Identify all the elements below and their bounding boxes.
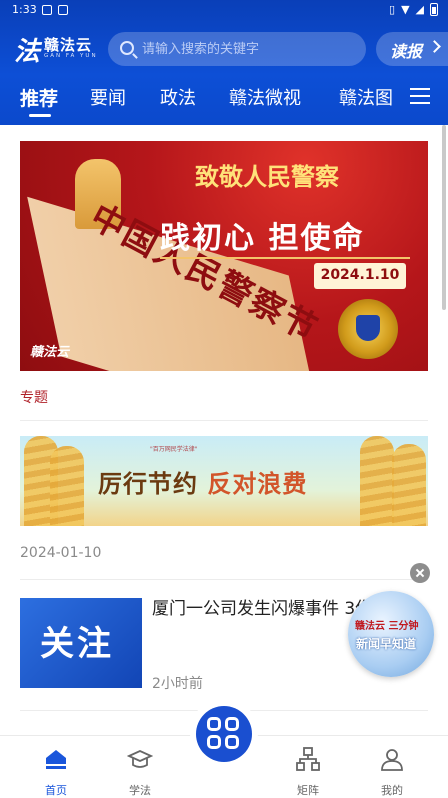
news-thumbnail[interactable]: 关注 bbox=[20, 598, 142, 688]
top-bar: 1:33 ▯ ▼ ◢ 法 赣法云 GAN FA YUN 读报 推荐 要闻 政法 … bbox=[0, 0, 448, 125]
banner-watermark: 赣法云 bbox=[30, 345, 70, 360]
news-time: 2小时前 bbox=[152, 676, 203, 692]
topic-banner[interactable]: "百万网民学法律" 厉行节约 反对浪费 bbox=[20, 436, 428, 526]
category-tabs: 推荐 要闻 政法 赣法微视 赣法图 bbox=[0, 76, 448, 122]
tab-gallery[interactable]: 赣法图 bbox=[339, 84, 393, 110]
tab-headlines[interactable]: 要闻 bbox=[90, 84, 126, 110]
banner-title-2: 践初心 担使命 bbox=[160, 221, 365, 256]
signal-icon: ◢ bbox=[415, 3, 424, 16]
status-icons: ▯ ▼ ◢ bbox=[389, 3, 438, 16]
nav-matrix[interactable]: 矩阵 bbox=[278, 742, 338, 797]
nav-learn-law-label: 学法 bbox=[129, 784, 151, 797]
home-icon bbox=[46, 750, 66, 769]
active-tab-indicator bbox=[29, 114, 51, 117]
section-label-topic[interactable]: 专题 bbox=[20, 387, 48, 407]
graduation-cap-icon bbox=[127, 750, 153, 768]
nav-profile-label: 我的 bbox=[381, 784, 403, 797]
topic-banner-title: 厉行节约 反对浪费 bbox=[98, 464, 307, 499]
tab-recommend[interactable]: 推荐 bbox=[20, 84, 58, 111]
logo-subtext: GAN FA YUN bbox=[44, 53, 98, 59]
wifi-icon: ▼ bbox=[401, 3, 410, 16]
apps-grid-button[interactable] bbox=[196, 706, 252, 762]
wheat-graphic bbox=[392, 444, 426, 526]
floating-ad-line1: 赣法云 三分钟 bbox=[355, 621, 419, 632]
read-newspaper-label: 读报 bbox=[390, 42, 423, 61]
nav-matrix-label: 矩阵 bbox=[297, 784, 319, 797]
notification-icon bbox=[42, 5, 52, 15]
status-bar: 1:33 ▯ ▼ ◢ bbox=[0, 0, 448, 20]
scrollbar[interactable] bbox=[442, 125, 446, 310]
vibrate-icon: ▯ bbox=[389, 3, 396, 16]
user-icon bbox=[381, 749, 403, 771]
news-thumbnail-text: 关注 bbox=[40, 624, 114, 664]
battery-icon bbox=[430, 3, 438, 16]
nav-learn-law[interactable]: 学法 bbox=[110, 742, 170, 797]
banner-title-1: 致敬人民警察 bbox=[195, 162, 339, 191]
bottom-nav: 首页 学法 矩阵 我的 bbox=[0, 706, 448, 798]
wheat-graphic bbox=[50, 446, 84, 526]
police-badge-icon bbox=[338, 299, 398, 359]
feed-date: 2024-01-10 bbox=[20, 545, 102, 561]
tab-politics-law[interactable]: 政法 bbox=[160, 84, 196, 110]
apps-grid-icon bbox=[207, 717, 221, 731]
menu-icon[interactable] bbox=[410, 88, 430, 104]
banner-divider bbox=[160, 257, 410, 259]
org-tree-icon bbox=[296, 747, 320, 771]
app-notification-icon bbox=[58, 5, 68, 15]
nav-profile[interactable]: 我的 bbox=[362, 742, 422, 797]
feature-banner[interactable]: 中国人民警察节 致敬人民警察 践初心 担使命 2024.1.10 赣法云 bbox=[20, 141, 428, 371]
app-logo: 法 赣法云 GAN FA YUN bbox=[14, 31, 102, 67]
divider bbox=[20, 420, 428, 421]
search-icon bbox=[120, 41, 134, 55]
read-newspaper-button[interactable]: 读报 bbox=[376, 32, 448, 66]
banner-date: 2024.1.10 bbox=[314, 263, 406, 289]
logo-text: 赣法云 bbox=[44, 36, 93, 54]
nav-home-label: 首页 bbox=[45, 784, 67, 797]
header: 法 赣法云 GAN FA YUN 读报 bbox=[0, 28, 448, 72]
topic-title-b: 反对浪费 bbox=[207, 470, 308, 498]
search-input[interactable] bbox=[142, 32, 357, 66]
topic-banner-subtitle: "百万网民学法律" bbox=[150, 446, 198, 453]
floating-ad-line2: 新闻早知道 bbox=[356, 637, 417, 651]
close-icon[interactable] bbox=[410, 563, 430, 583]
content-feed[interactable]: 中国人民警察节 致敬人民警察 践初心 担使命 2024.1.10 赣法云 专题 … bbox=[0, 125, 448, 735]
logo-mark: 法 bbox=[14, 37, 41, 67]
tab-micro-video[interactable]: 赣法微视 bbox=[229, 84, 301, 110]
nav-home[interactable]: 首页 bbox=[26, 742, 86, 797]
status-time: 1:33 bbox=[12, 3, 37, 16]
search-bar[interactable] bbox=[108, 32, 366, 66]
topic-title-a: 厉行节约 bbox=[98, 470, 198, 498]
divider bbox=[20, 579, 428, 580]
floating-news-ad[interactable]: 赣法云 三分钟 新闻早知道 bbox=[348, 591, 434, 677]
wheat-graphic bbox=[360, 436, 394, 526]
chevron-right-icon bbox=[428, 40, 441, 53]
